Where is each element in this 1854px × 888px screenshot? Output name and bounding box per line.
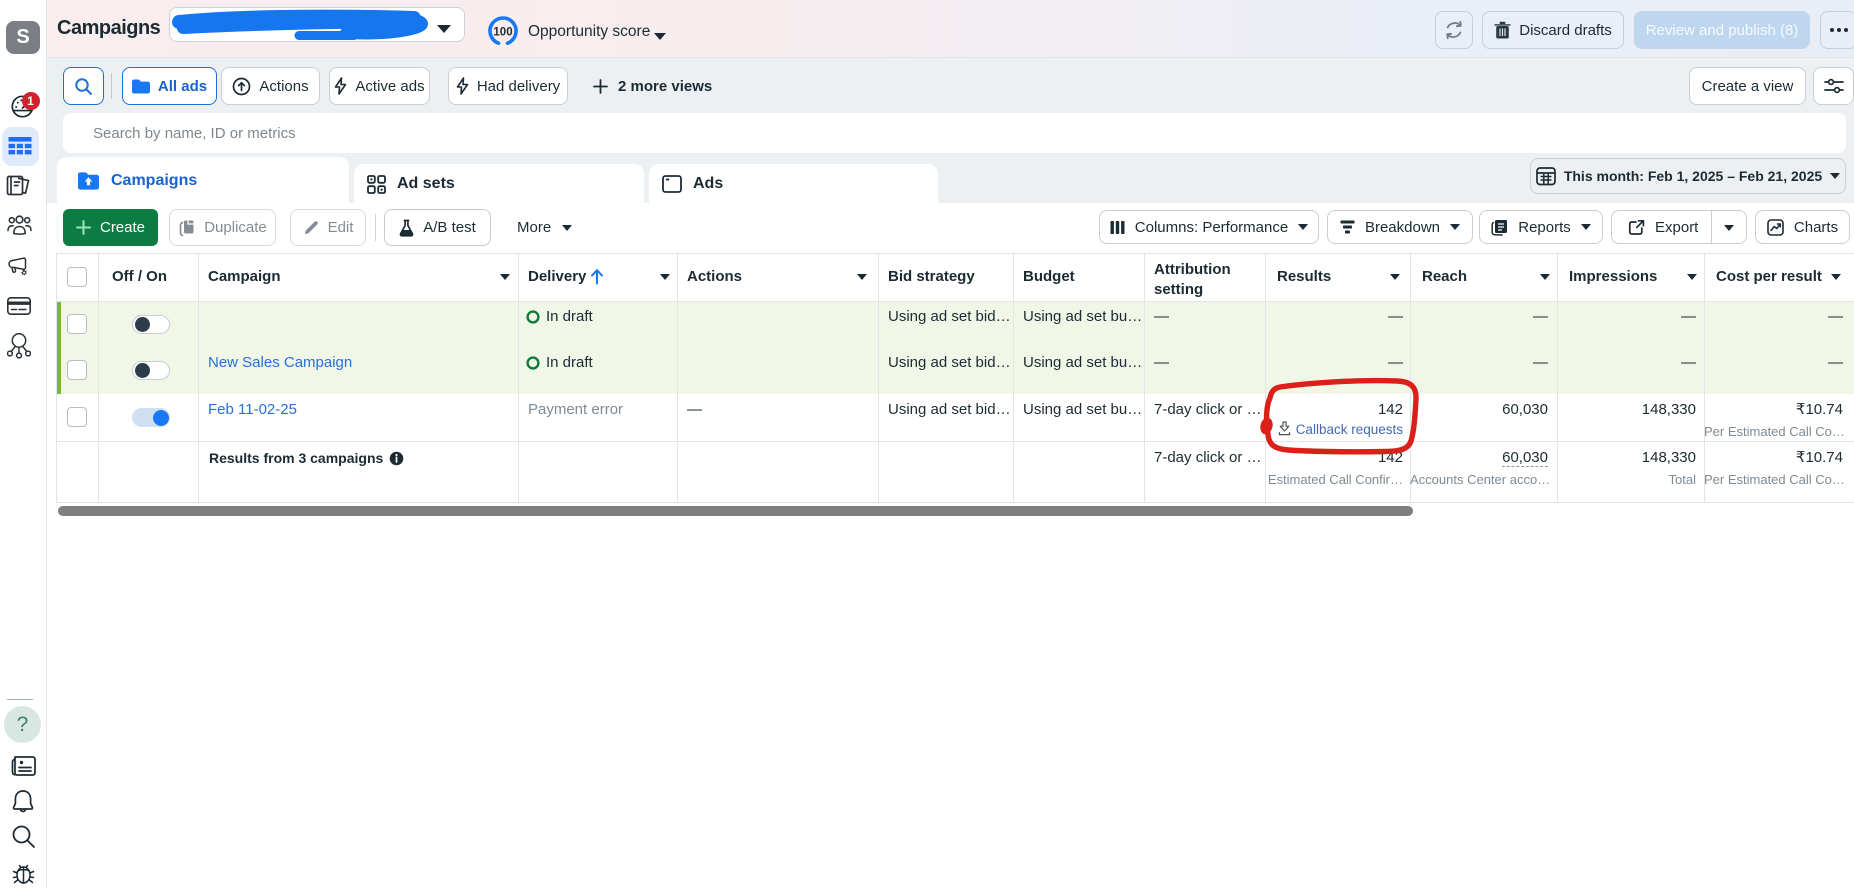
- svg-text:100: 100: [493, 27, 512, 39]
